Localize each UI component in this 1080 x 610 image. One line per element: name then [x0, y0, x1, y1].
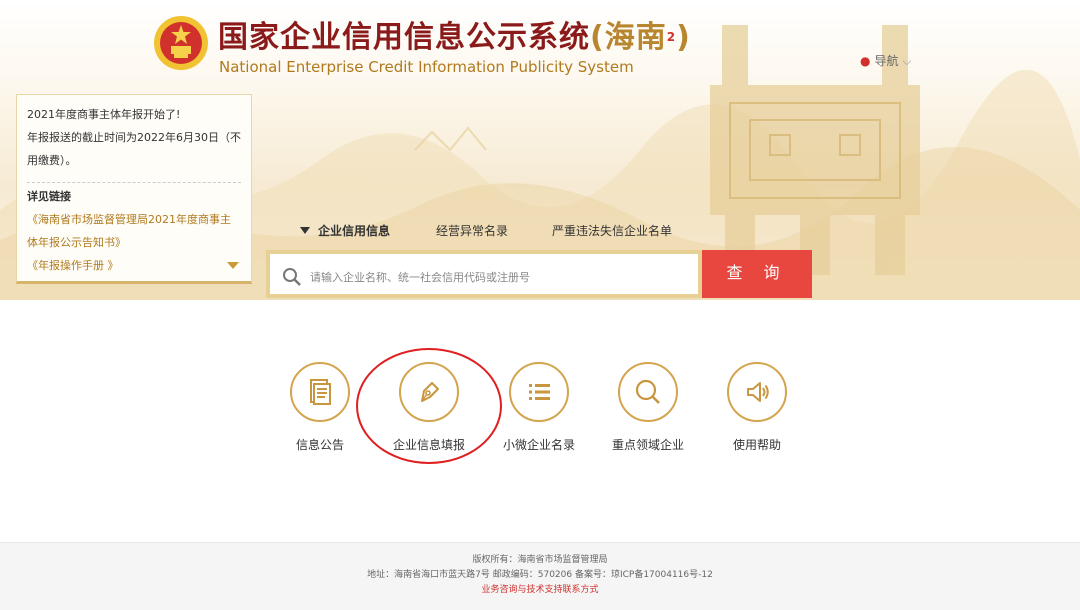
- service-label: 使用帮助: [732, 438, 781, 452]
- region-mark: 2: [666, 30, 677, 44]
- triangle-down-icon: [300, 227, 310, 234]
- operation-manual-link[interactable]: 《年报操作手册 》: [27, 254, 241, 277]
- search-bar: 请输入企业名称、统一社会信用代码或注册号 查 询: [266, 250, 812, 298]
- service-help[interactable]: 使用帮助: [702, 362, 812, 453]
- site-title: 国家企业信用信息公示系统(海南2): [218, 18, 691, 57]
- document-icon: [290, 362, 350, 422]
- nav-menu[interactable]: ● 导航 ⌵: [860, 52, 911, 69]
- announcement-line-2: 年报报送的截止时间为2022年6月30日（不用缴费）。: [27, 131, 241, 167]
- announcement-panel: 2021年度商事主体年报开始了! 年报报送的截止时间为2022年6月30日（不用…: [16, 94, 252, 284]
- search-icon: [283, 268, 301, 286]
- annual-report-notice-link[interactable]: 《海南省市场监督管理局2021年度商事主体年报公示告知书》: [27, 208, 241, 254]
- footer: 版权所有：海南省市场监督管理局 地址：海南省海口市蓝天路7号 邮政编码：5702…: [0, 542, 1080, 610]
- tab-abnormal-list[interactable]: 经营异常名录: [436, 222, 508, 239]
- search-input[interactable]: 请输入企业名称、统一社会信用代码或注册号: [266, 250, 702, 298]
- footer-address: 地址：海南省海口市蓝天路7号 邮政编码：570206 备案号：琼ICP备1700…: [367, 570, 713, 580]
- speaker-icon: [727, 362, 787, 422]
- site-title-text: 国家企业信用信息公示系统: [218, 20, 590, 55]
- location-pin-icon: ●: [860, 54, 871, 68]
- search-placeholder: 请输入企业名称、统一社会信用代码或注册号: [310, 271, 530, 284]
- expand-arrow-icon[interactable]: [227, 262, 239, 269]
- tab-dishonest-list[interactable]: 严重违法失信企业名单: [552, 222, 672, 239]
- service-label: 小微企业名录: [502, 438, 575, 452]
- footer-copyright: 版权所有：海南省市场监督管理局: [472, 555, 608, 565]
- national-emblem-icon: [154, 16, 208, 70]
- region-close: ): [676, 20, 691, 55]
- divider: [27, 182, 241, 183]
- chevron-down-icon: ⌵: [902, 54, 912, 68]
- query-button[interactable]: 查 询: [702, 250, 812, 298]
- footer-contact-link[interactable]: 业务咨询与技术支持联系方式: [0, 583, 1080, 598]
- nav-label: 导航: [874, 54, 899, 68]
- site-title-english: National Enterprise Credit Information P…: [219, 58, 634, 76]
- tab-label: 企业信用信息: [318, 224, 391, 238]
- tab-enterprise-credit[interactable]: 企业信用信息: [300, 222, 390, 239]
- service-key-sector-enterprise[interactable]: 重点领域企业: [593, 362, 703, 453]
- links-header: 详见链接: [27, 190, 71, 203]
- announcement-line-1: 2021年度商事主体年报开始了!: [27, 108, 181, 121]
- service-icons: 信息公告 企业信息填报 小微企业名录 重点领域企业 使用帮助: [0, 362, 1080, 472]
- highlight-circle-annotation: [356, 348, 502, 464]
- region-name: (海南: [590, 20, 667, 55]
- magnifier-icon: [618, 362, 678, 422]
- service-label: 信息公告: [295, 438, 344, 452]
- list-icon: [509, 362, 569, 422]
- service-label: 重点领域企业: [611, 438, 684, 452]
